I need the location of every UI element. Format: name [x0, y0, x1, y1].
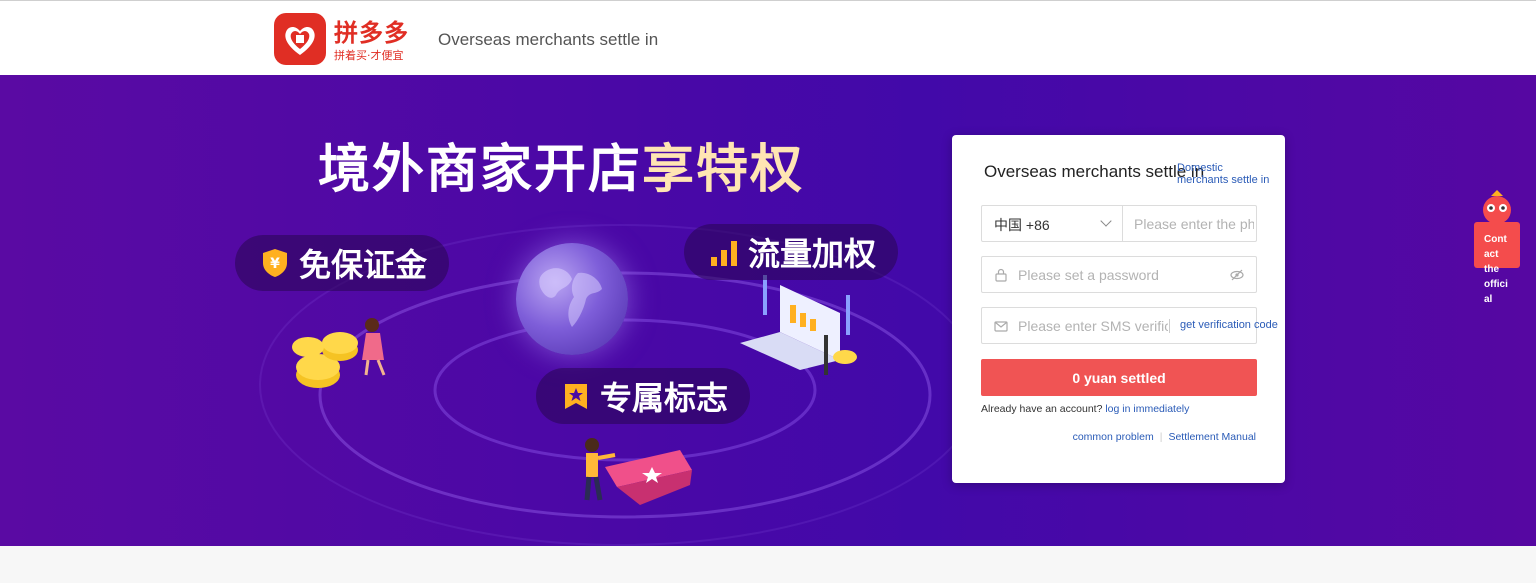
divider: [1169, 319, 1170, 333]
site-header: 拼多多 拼着买·才便宜 Overseas merchants settle in: [0, 1, 1536, 75]
banner-headline: 境外商家开店享特权: [318, 127, 804, 202]
password-input[interactable]: [1018, 257, 1218, 292]
feature-label: 免保证金: [299, 246, 428, 284]
sms-code-input[interactable]: [1018, 308, 1168, 343]
chevron-down-icon: [1100, 215, 1112, 227]
lock-icon: [995, 268, 1007, 282]
settle-submit-button[interactable]: 0 yuan settled: [981, 359, 1257, 396]
pinduoduo-logo[interactable]: [274, 13, 326, 65]
country-code-select[interactable]: 中国 +86: [982, 206, 1123, 241]
sms-code-field: get verification code: [981, 307, 1278, 344]
feature-label: 专属标志: [600, 379, 729, 417]
globe-illustration: [516, 243, 628, 355]
headline-main: 境外商家开店: [318, 140, 643, 200]
feature-label: 流量加权: [748, 235, 877, 273]
registration-card: Overseas merchants settle in Domestic me…: [952, 135, 1285, 483]
contact-official-widget[interactable]: Contact the official: [1474, 188, 1520, 305]
analytics-laptop-illustration: [740, 275, 857, 375]
header-title: Overseas merchants settle in: [438, 30, 659, 49]
contact-label-text: Contact the official: [1484, 234, 1508, 305]
headline-highlight: 享特权: [642, 140, 805, 200]
eye-hidden-icon[interactable]: [1230, 268, 1244, 282]
domestic-merchants-link[interactable]: Domestic merchants settle in: [1177, 162, 1277, 186]
card-title: Overseas merchants settle in: [984, 162, 1205, 181]
contact-label: Contact the official: [1484, 232, 1512, 307]
celebrating-woman-illustration: [362, 318, 386, 376]
hero-banner: 境外商家开店享特权 ¥ 免保证金 流量加权 专属标志: [0, 75, 1536, 546]
common-problem-link[interactable]: common problem: [1073, 431, 1154, 443]
svg-text:¥: ¥: [270, 256, 280, 272]
envelope-icon: [994, 321, 1008, 332]
bar-signal-icon: [711, 241, 737, 266]
link-separator: |: [1159, 431, 1163, 443]
gold-coins-illustration: [292, 332, 358, 388]
country-code-value: 中国 +86: [994, 217, 1050, 233]
password-field: [981, 256, 1257, 293]
feature-traffic-boost: 流量加权: [684, 224, 899, 280]
yuan-shield-icon: ¥: [263, 249, 287, 277]
brand-slogan: 拼着买·才便宜: [334, 49, 404, 62]
pointing-man-illustration: [584, 438, 692, 505]
feature-exclusive-badge: 专属标志: [536, 368, 751, 424]
settlement-manual-link[interactable]: Settlement Manual: [1168, 431, 1256, 443]
account-prompt-text: Already have an account?: [981, 403, 1103, 415]
phone-input[interactable]: [1134, 206, 1254, 241]
get-verification-code-link[interactable]: get verification code: [1180, 319, 1278, 331]
login-link[interactable]: log in immediately: [1105, 403, 1189, 415]
help-links: common problem | Settlement Manual: [1073, 431, 1256, 443]
footer-strip: [0, 546, 1536, 583]
phone-field: 中国 +86: [981, 205, 1257, 242]
feature-no-deposit: ¥ 免保证金: [235, 235, 450, 291]
brand-name: 拼多多: [334, 19, 409, 47]
star-badge-icon: [565, 384, 587, 409]
account-prompt: Already have an account? log in immediat…: [981, 403, 1189, 415]
